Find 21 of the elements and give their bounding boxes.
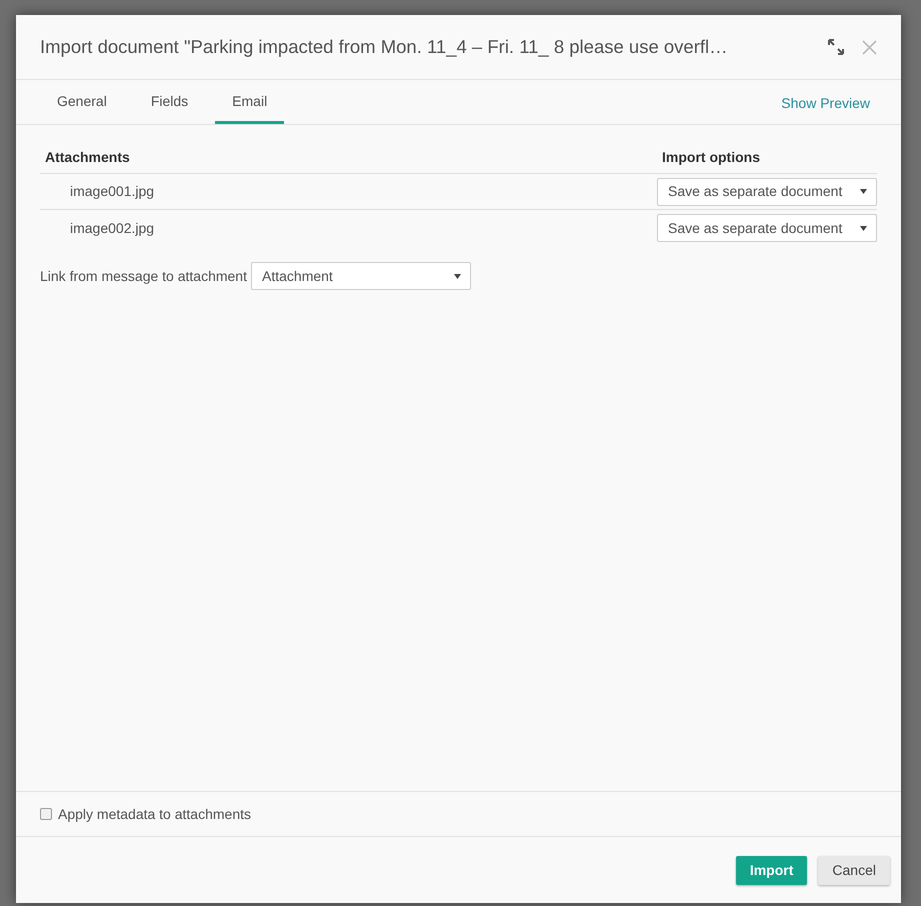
field-label: Link from message to attachment [40, 266, 247, 286]
dropdown[interactable]: Save as separate document [657, 214, 877, 242]
caret-icon [860, 224, 867, 232]
tab[interactable]: Fields [134, 91, 206, 124]
tab[interactable]: Email [215, 91, 284, 124]
table-cell-text: image001.jpg [69, 182, 156, 201]
dialog-title: Import document "Parking impacted from Mon. 11_4 – Fri. 11_ 8 please use overfl… [40, 35, 729, 60]
expand-icon[interactable] [828, 39, 844, 55]
column-header: Import options [662, 148, 761, 167]
close-icon[interactable] [862, 40, 877, 54]
caret-icon [454, 272, 461, 280]
checkbox[interactable] [40, 808, 52, 820]
caret-icon [860, 188, 867, 195]
show-preview-link[interactable]: Show Preview [781, 93, 877, 124]
column-header: Attachments [45, 148, 131, 167]
cancel-button[interactable]: Cancel [818, 856, 890, 884]
table-cell-text: image002.jpg [69, 218, 156, 238]
tab[interactable]: General [40, 91, 124, 124]
dropdown[interactable]: Save as separate document [657, 178, 877, 206]
dropdown[interactable]: Attachment [251, 262, 471, 290]
checkbox-label: Apply metadata to attachments [58, 804, 251, 824]
